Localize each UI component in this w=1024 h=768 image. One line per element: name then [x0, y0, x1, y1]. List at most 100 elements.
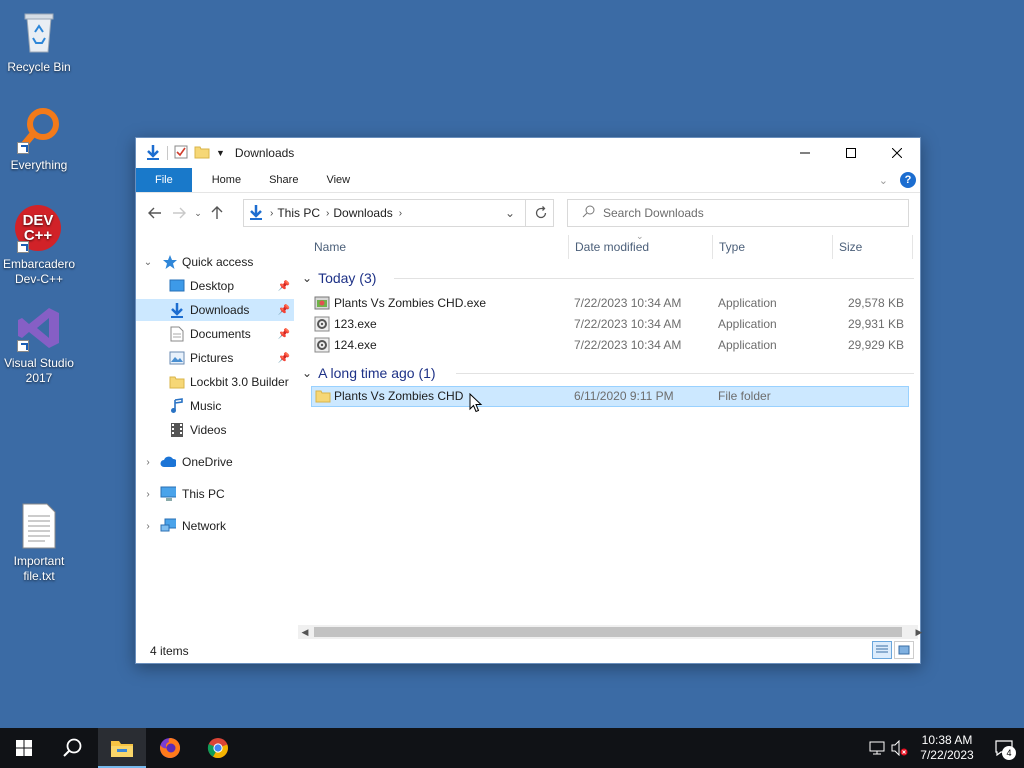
- desktop-icon-recycle-bin[interactable]: Recycle Bin: [1, 8, 77, 75]
- group-header-today[interactable]: ⌄ Today (3): [302, 267, 376, 289]
- customize-toolbar-dropdown-icon[interactable]: ▼: [216, 148, 225, 158]
- search-box[interactable]: Search Downloads: [567, 199, 909, 227]
- nav-item-music[interactable]: Music: [136, 395, 294, 417]
- taskbar-chrome[interactable]: [194, 728, 242, 768]
- nav-item-videos[interactable]: Videos: [136, 419, 294, 441]
- column-separator[interactable]: [568, 235, 569, 259]
- details-view-icon: [876, 645, 888, 653]
- breadcrumb-this-pc[interactable]: This PC: [277, 206, 320, 220]
- refresh-button[interactable]: [525, 199, 555, 227]
- column-header-size[interactable]: Size: [839, 235, 862, 259]
- pin-icon[interactable]: 📌: [278, 305, 290, 316]
- column-separator[interactable]: [712, 235, 713, 259]
- desktop-icon-everything[interactable]: Everything: [1, 106, 77, 173]
- scrollbar-thumb[interactable]: [314, 627, 902, 637]
- documents-icon: [169, 326, 185, 342]
- network-status-icon[interactable]: [866, 741, 888, 755]
- pin-icon[interactable]: 📌: [278, 353, 290, 364]
- desktop-icon-devcpp[interactable]: DEV C++ Embarcadero Dev-C++: [1, 205, 77, 287]
- tab-home[interactable]: Home: [198, 168, 255, 192]
- volume-muted-icon[interactable]: [888, 740, 910, 756]
- back-button[interactable]: [143, 201, 167, 225]
- breadcrumb-chevron-icon[interactable]: ›: [399, 208, 402, 219]
- title-bar[interactable]: ▼ Downloads: [136, 138, 920, 168]
- desktop-icon-important-file[interactable]: Important file.txt: [1, 502, 77, 584]
- expand-chevron-down-icon[interactable]: ⌄: [143, 257, 153, 268]
- pin-icon[interactable]: 📌: [278, 281, 290, 292]
- group-title: A long time ago (1): [318, 365, 436, 381]
- toolbar-separator: [167, 146, 168, 160]
- file-name: Plants Vs Zombies CHD.exe: [334, 296, 487, 310]
- address-dropdown-icon[interactable]: ⌄: [499, 200, 521, 226]
- scroll-left-arrow-icon[interactable]: ◀: [298, 625, 312, 639]
- nav-this-pc[interactable]: › This PC: [136, 483, 294, 505]
- forward-button[interactable]: [167, 201, 191, 225]
- horizontal-scrollbar[interactable]: ◀ ▶: [298, 625, 922, 639]
- computer-icon: [160, 486, 176, 502]
- nav-item-documents[interactable]: Documents 📌: [136, 323, 294, 345]
- maximize-button[interactable]: [828, 138, 874, 168]
- large-icons-view-button[interactable]: [894, 641, 914, 659]
- expand-ribbon-chevron-icon[interactable]: ⌄: [879, 174, 888, 187]
- collapse-chevron-icon[interactable]: ⌄: [302, 366, 312, 380]
- search-input[interactable]: Search Downloads: [603, 206, 704, 220]
- collapse-chevron-icon[interactable]: ⌄: [302, 271, 312, 285]
- tab-view[interactable]: View: [312, 168, 364, 192]
- action-center-button[interactable]: 4: [984, 728, 1024, 768]
- file-date: 7/22/2023 10:34 AM: [574, 296, 682, 310]
- address-bar[interactable]: › This PC › Downloads › ⌄: [243, 199, 554, 227]
- details-view-button[interactable]: [872, 641, 892, 659]
- pin-icon[interactable]: 📌: [278, 329, 290, 340]
- shortcut-arrow-icon: [17, 241, 29, 253]
- file-row[interactable]: 123.exe 7/22/2023 10:34 AM Application 2…: [311, 314, 909, 335]
- file-size: 29,929 KB: [847, 338, 904, 352]
- tab-share[interactable]: Share: [255, 168, 312, 192]
- taskbar-firefox[interactable]: [146, 728, 194, 768]
- start-button[interactable]: [0, 728, 48, 768]
- expand-chevron-right-icon[interactable]: ›: [143, 521, 153, 532]
- column-header-type[interactable]: Type: [719, 235, 745, 259]
- nav-item-downloads[interactable]: Downloads 📌: [136, 299, 294, 321]
- minimize-button[interactable]: [782, 138, 828, 168]
- back-arrow-icon: [148, 207, 161, 219]
- expand-chevron-right-icon[interactable]: ›: [143, 489, 153, 500]
- nav-label: Downloads: [190, 303, 250, 317]
- close-button[interactable]: [874, 138, 920, 168]
- desktop-icon-label: Everything: [10, 158, 68, 172]
- nav-quick-access[interactable]: ⌄ Quick access: [136, 251, 294, 273]
- nav-network[interactable]: › Network: [136, 515, 294, 537]
- nav-item-desktop[interactable]: Desktop 📌: [136, 275, 294, 297]
- recent-locations-button[interactable]: ⌄: [191, 201, 205, 225]
- expand-chevron-right-icon[interactable]: ›: [143, 457, 153, 468]
- downloads-arrow-icon: [169, 302, 185, 318]
- navigation-bar: ⌄ › This PC › Downloads › ⌄ Search Downl…: [136, 198, 920, 228]
- new-folder-icon[interactable]: [194, 145, 210, 162]
- column-header-date-modified[interactable]: Date modified: [575, 235, 649, 259]
- scroll-right-arrow-icon[interactable]: ▶: [912, 625, 926, 639]
- breadcrumb-chevron-icon[interactable]: ›: [270, 208, 273, 219]
- ribbon-tabs: File Home Share View ⌄ ?: [136, 168, 920, 193]
- file-size: 29,578 KB: [847, 296, 904, 310]
- file-row-selected[interactable]: Plants Vs Zombies CHD 6/11/2020 9:11 PM …: [311, 386, 909, 407]
- up-button[interactable]: [205, 201, 229, 225]
- tab-file[interactable]: File: [136, 168, 192, 192]
- group-header-long-ago[interactable]: ⌄ A long time ago (1): [302, 362, 436, 384]
- nav-item-lockbit-builder[interactable]: Lockbit 3.0 Builder: [136, 371, 294, 393]
- nav-item-pictures[interactable]: Pictures 📌: [136, 347, 294, 369]
- column-separator[interactable]: [912, 235, 913, 259]
- help-icon[interactable]: ?: [900, 172, 916, 188]
- properties-icon[interactable]: [174, 145, 188, 162]
- search-button[interactable]: [48, 728, 96, 768]
- column-separator[interactable]: [832, 235, 833, 259]
- nav-label: Network: [182, 519, 227, 533]
- file-row[interactable]: 124.exe 7/22/2023 10:34 AM Application 2…: [311, 335, 909, 356]
- nav-onedrive[interactable]: › OneDrive: [136, 451, 294, 473]
- desktop-icon-visual-studio[interactable]: Visual Studio 2017: [1, 304, 77, 386]
- column-header-name[interactable]: Name: [314, 235, 346, 259]
- system-tray: 10:38 AM 7/22/2023 4: [866, 728, 1024, 768]
- taskbar-file-explorer[interactable]: [98, 728, 146, 768]
- breadcrumb-chevron-icon[interactable]: ›: [326, 208, 329, 219]
- breadcrumb-downloads[interactable]: Downloads: [333, 206, 392, 220]
- file-row[interactable]: Plants Vs Zombies CHD.exe 7/22/2023 10:3…: [311, 293, 909, 314]
- clock[interactable]: 10:38 AM 7/22/2023: [910, 733, 984, 763]
